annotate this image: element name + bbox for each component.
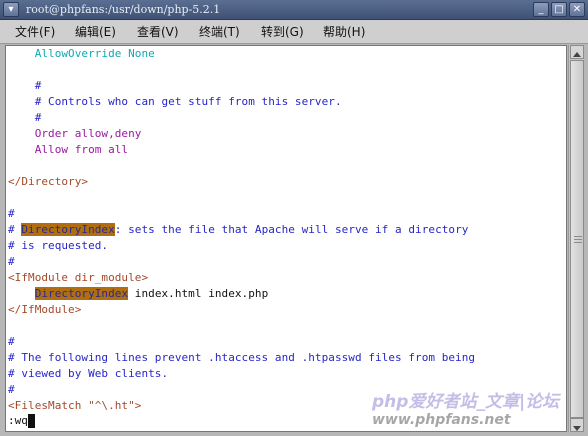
terminal-line: <IfModule dir_module>	[8, 271, 149, 284]
scrollbar-thumb[interactable]	[570, 60, 584, 418]
terminal-line: #	[8, 255, 15, 268]
scroll-up-button[interactable]	[570, 45, 584, 59]
vertical-scrollbar[interactable]	[568, 45, 584, 432]
grip-line	[574, 239, 582, 240]
window-title: root@phpfans:/usr/down/php-5.2.1	[26, 3, 221, 16]
directive-args: index.html index.php	[128, 287, 269, 300]
terminal-line: # DirectoryIndex: sets the file that Apa…	[8, 222, 468, 238]
chevron-down-icon: ▾	[8, 4, 14, 15]
grip-line	[574, 236, 582, 237]
window-menu-button[interactable]: ▾	[3, 2, 19, 17]
vim-command-line[interactable]: :wq	[8, 413, 35, 429]
minimize-icon: _	[538, 4, 544, 15]
menu-goto[interactable]: 转到(G)	[261, 24, 304, 40]
terminal-line: #	[8, 111, 42, 124]
terminal-line: # viewed by Web clients.	[8, 367, 169, 380]
maximize-icon: □	[554, 4, 564, 15]
terminal-line: DirectoryIndex index.html index.php	[8, 286, 268, 302]
terminal-line: #	[8, 79, 42, 92]
search-highlight: DirectoryIndex	[34, 287, 129, 300]
arrow-down-icon	[573, 426, 581, 431]
terminal-line: # Controls who can get stuff from this s…	[8, 95, 342, 108]
close-button[interactable]: ✕	[569, 2, 585, 17]
close-icon: ✕	[572, 4, 582, 15]
comment-text: : sets the file that Apache will serve i…	[114, 223, 469, 236]
menu-view[interactable]: 查看(V)	[137, 24, 179, 40]
terminal-line: Allow from all	[8, 143, 129, 156]
minimize-button[interactable]: _	[533, 2, 549, 17]
comment-prefix: #	[8, 223, 22, 236]
menu-bar: 文件(F) 编辑(E) 查看(V) 终端(T) 转到(G) 帮助(H)	[0, 20, 588, 44]
text-cursor	[27, 414, 35, 428]
terminal-line: #	[8, 207, 15, 220]
search-highlight: DirectoryIndex	[21, 223, 115, 236]
terminal-view[interactable]: AllowOverride None # # Controls who can …	[5, 45, 567, 432]
terminal-line: </Directory>	[8, 175, 89, 188]
terminal-line: <FilesMatch "^\.ht">	[8, 399, 142, 412]
terminal-line: # is requested.	[8, 239, 109, 252]
maximize-button[interactable]: □	[551, 2, 567, 17]
scroll-down-button[interactable]	[570, 418, 584, 432]
title-bar: ▾ root@phpfans:/usr/down/php-5.2.1 _ □ ✕	[0, 0, 588, 20]
command-text: :wq	[8, 414, 28, 427]
terminal-line: </IfModule>	[8, 303, 82, 316]
menu-file[interactable]: 文件(F)	[15, 24, 55, 40]
terminal-line: Order allow,deny	[8, 127, 142, 140]
terminal-line: AllowOverride None	[8, 47, 155, 60]
terminal-line: # The following lines prevent .htaccess …	[8, 351, 476, 364]
terminal-line: #	[8, 335, 15, 348]
grip-line	[574, 242, 582, 243]
menu-help[interactable]: 帮助(H)	[323, 24, 365, 40]
terminal-line: #	[8, 383, 15, 396]
menu-terminal[interactable]: 终端(T)	[199, 24, 240, 40]
menu-edit[interactable]: 编辑(E)	[75, 24, 116, 40]
